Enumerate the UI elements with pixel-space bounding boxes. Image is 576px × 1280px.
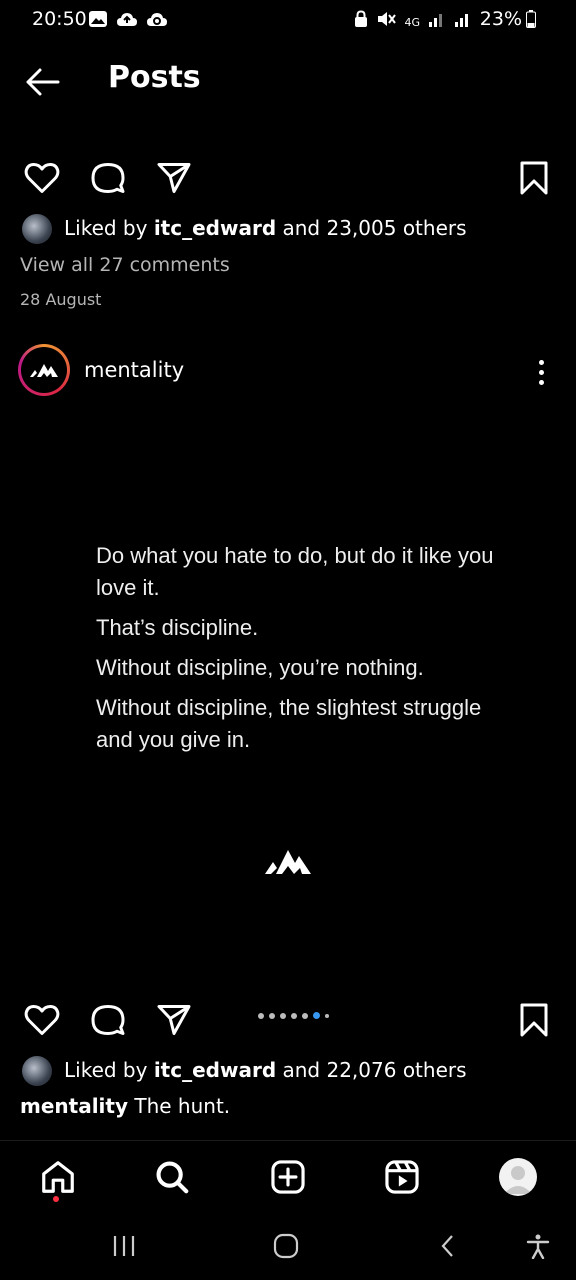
carousel-dot (280, 1012, 286, 1019)
status-notification-icons (88, 10, 168, 28)
share-button[interactable] (154, 1000, 194, 1040)
network-type: 4G (404, 16, 420, 29)
author-avatar-inner (21, 347, 67, 393)
bookmark-icon (520, 161, 548, 195)
liked-by-suffix: and 22,076 others (276, 1058, 467, 1082)
carousel-dot (269, 1012, 275, 1019)
author-username[interactable]: mentality (84, 358, 184, 382)
liked-by-avatar[interactable] (22, 1056, 52, 1086)
battery-status: 23% (480, 8, 536, 30)
recents-icon (113, 1236, 135, 1256)
post-date: 28 August (20, 290, 102, 309)
paper-plane-icon (157, 1005, 191, 1035)
comment-button[interactable] (88, 1000, 128, 1040)
comment-button[interactable] (88, 158, 128, 198)
like-button[interactable] (22, 158, 62, 198)
carousel-dot (325, 1013, 329, 1018)
view-comments-link[interactable]: View all 27 comments (20, 254, 230, 276)
post-caption: mentality The hunt. (20, 1094, 230, 1118)
liked-by-prefix: Liked by (64, 216, 154, 240)
notification-dot (53, 1196, 59, 1202)
carousel-dot (258, 1012, 264, 1019)
mute-icon (378, 12, 397, 26)
system-navigation-bar (0, 1212, 576, 1280)
system-home-button[interactable] (266, 1226, 306, 1266)
post-line: Without discipline, the slightest strugg… (96, 695, 482, 752)
battery-percent: 23% (479, 8, 522, 30)
home-icon (42, 1161, 74, 1193)
default-avatar-icon (504, 1166, 532, 1194)
author-avatar[interactable] (18, 344, 70, 396)
nav-create-button[interactable] (264, 1153, 312, 1201)
lock-icon (355, 10, 368, 27)
status-system-icons: 4G (354, 10, 472, 28)
liked-by-suffix: and 23,005 others (276, 216, 467, 240)
share-button[interactable] (154, 158, 194, 198)
accessibility-icon (526, 1234, 550, 1259)
cloud-sync-icon (147, 13, 167, 26)
nav-search-button[interactable] (148, 1153, 196, 1201)
caption-text: The hunt. (128, 1094, 231, 1118)
page-title: Posts (108, 60, 201, 95)
plus-square-icon (271, 1160, 305, 1194)
carousel-dot (302, 1012, 308, 1019)
nav-profile-button[interactable] (494, 1153, 542, 1201)
cloud-upload-icon (117, 13, 137, 26)
vertical-dots-icon (538, 359, 544, 365)
mentality-watermark-icon (265, 850, 311, 874)
save-button[interactable] (514, 158, 554, 198)
profile-avatar (499, 1158, 537, 1196)
mentality-logo-icon (30, 364, 58, 377)
accessibility-button[interactable] (518, 1226, 558, 1266)
back-button[interactable] (22, 62, 62, 102)
more-options-button[interactable] (526, 352, 556, 392)
status-bar: 20:50 4G 23% (0, 0, 576, 44)
chevron-left-icon (441, 1235, 453, 1257)
search-icon (156, 1161, 189, 1194)
nav-home-button[interactable] (34, 1153, 82, 1201)
bookmark-icon (520, 1003, 548, 1037)
gallery-icon (89, 11, 107, 27)
comment-bubble-icon (91, 1005, 125, 1035)
signal-icon (429, 14, 442, 27)
liked-by-text[interactable]: Liked by itc_edward and 23,005 others (64, 216, 467, 240)
post-image-text: Do what you hate to do, but do it like y… (96, 540, 516, 764)
heart-icon (24, 163, 60, 193)
carousel-indicator (258, 1012, 329, 1019)
recents-button[interactable] (104, 1226, 144, 1266)
status-time: 20:50 (32, 8, 87, 30)
comment-bubble-icon (91, 163, 125, 193)
signal-icon-2 (455, 14, 468, 27)
paper-plane-icon (157, 163, 191, 193)
battery-icon (526, 10, 536, 28)
carousel-dot-active (313, 1012, 320, 1019)
home-pill-icon (273, 1233, 299, 1259)
nav-reels-button[interactable] (378, 1153, 426, 1201)
post-line: Do what you hate to do, but do it like y… (96, 543, 494, 600)
save-button[interactable] (514, 1000, 554, 1040)
carousel-dot (291, 1012, 297, 1019)
heart-icon (24, 1005, 60, 1035)
liked-by-avatar[interactable] (22, 214, 52, 244)
liked-by-username[interactable]: itc_edward (154, 216, 276, 240)
caption-username[interactable]: mentality (20, 1094, 128, 1118)
like-button[interactable] (22, 1000, 62, 1040)
liked-by-prefix: Liked by (64, 1058, 154, 1082)
arrow-left-icon (26, 68, 60, 96)
bottom-navigation (0, 1140, 576, 1213)
system-back-button[interactable] (428, 1226, 468, 1266)
liked-by-username[interactable]: itc_edward (154, 1058, 276, 1082)
liked-by-text[interactable]: Liked by itc_edward and 22,076 others (64, 1058, 467, 1082)
reels-icon (385, 1160, 419, 1194)
post-line: That’s discipline. (96, 615, 259, 640)
post-line: Without discipline, you’re nothing. (96, 655, 424, 680)
